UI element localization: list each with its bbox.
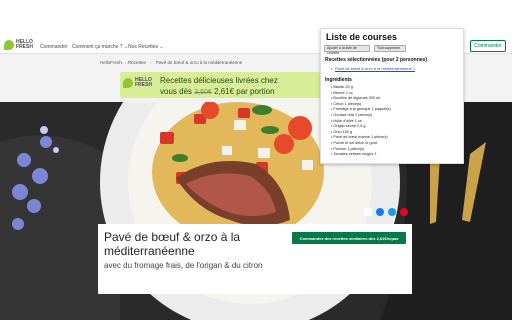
add-to-list-button[interactable]: Ajouter à la liste de courses	[324, 45, 370, 55]
ingredients-heading: Ingrédients	[325, 77, 352, 83]
recipe-title: Pavé de bœuf & orzo à la méditerranéenne	[104, 230, 241, 258]
breadcrumb-recettes[interactable]: Recettes	[128, 60, 146, 65]
banner-logo: HELLO FRESH	[123, 78, 152, 92]
shopping-list-title: Liste de courses	[326, 32, 398, 42]
breadcrumb-separator-icon: ›	[150, 60, 152, 65]
nav-recipes[interactable]: Nos Recettes ⌄	[128, 44, 164, 50]
promo-banner[interactable]: HELLO FRESH Recettes délicieuses livrées…	[120, 72, 320, 98]
nav-commander[interactable]: Commander	[40, 44, 68, 50]
clear-all-button[interactable]: Tout supprimer	[374, 45, 406, 52]
new-price: 2,61€ par portion	[214, 87, 275, 96]
breadcrumb-current: Pavé de bœuf & orzo à la méditerranéenne	[156, 60, 243, 65]
hellofresh-logo[interactable]: HELLO FRESH	[4, 39, 33, 54]
recipe-card: Pavé de bœuf & orzo à la méditerranéenne…	[98, 224, 412, 294]
recipe-subtitle: avec du fromage frais, de l'origan & du …	[104, 261, 263, 270]
list-bullet-icon: •	[331, 66, 333, 71]
selected-recipe-link[interactable]: Pavé de bœuf & orzo à la méditerranéenne…	[335, 66, 415, 71]
chevron-down-icon: ⌄	[159, 44, 164, 50]
facebook-icon[interactable]	[376, 208, 384, 216]
list-item: Tomates cerises rouges 1	[331, 152, 391, 158]
selected-recipes-heading: Recettes sélectionnées (pour 2 personnes…	[325, 57, 427, 63]
share-icons	[364, 206, 412, 218]
lime-logo-icon	[123, 78, 133, 88]
pinterest-icon[interactable]	[400, 208, 408, 216]
breadcrumb-home[interactable]: HelloFresh	[100, 60, 122, 65]
nav-how-it-works[interactable]: Comment ça marche ? ⌄	[72, 44, 128, 50]
order-similar-button[interactable]: Commandez des recettes similaires dès 2,…	[292, 232, 406, 244]
old-price: 3,50€	[194, 89, 212, 96]
ingredients-list: Basilic 25 g Beurre 1 cc Bouillon de lég…	[331, 85, 391, 158]
twitter-icon[interactable]	[388, 208, 396, 216]
banner-text: Recettes délicieuses livrées chez vous d…	[160, 76, 278, 96]
commander-button[interactable]: Commander	[470, 40, 506, 52]
lime-logo-icon	[4, 40, 14, 50]
logo-text: HELLO FRESH	[16, 39, 33, 50]
shopping-list-panel: Liste de courses Ajouter à la liste de c…	[320, 28, 464, 164]
mail-icon[interactable]	[364, 208, 372, 216]
breadcrumb-separator-icon: ›	[121, 60, 123, 65]
